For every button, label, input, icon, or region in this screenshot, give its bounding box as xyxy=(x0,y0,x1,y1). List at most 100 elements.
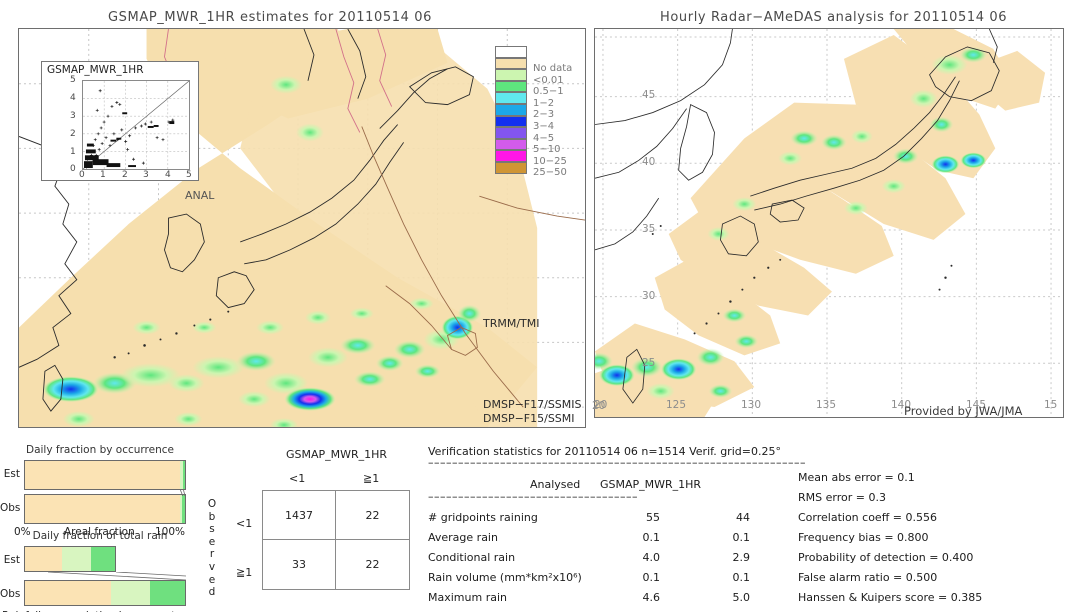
inset-y-tick-0: 0 xyxy=(70,164,76,174)
inset-x-tick-0: 0 xyxy=(79,170,85,180)
verification-divider-mid: ––––––––––––––––––––––––––––––––––– xyxy=(428,490,638,503)
inset-title: GSMAP_MWR_1HR xyxy=(47,64,144,76)
right-x-tick-125: 125 xyxy=(666,399,687,411)
colorbar-label: 0.5−1 xyxy=(533,86,564,98)
metric-analysed-value: 0.1 xyxy=(642,571,661,584)
inset-y-tick-4: 4 xyxy=(70,93,76,103)
metric-name: Conditional rain xyxy=(428,551,516,564)
colorbar-swatch xyxy=(495,127,527,139)
inset-y-tick-2: 2 xyxy=(70,129,76,139)
colorbar-entry: <0.01 xyxy=(495,69,564,86)
right-y-tick-35: 35 xyxy=(642,223,656,235)
anal-label: ANAL xyxy=(185,189,215,202)
inset-scatter-points xyxy=(83,81,189,169)
contingency-row-header-ge1: ≧1 xyxy=(236,566,253,579)
amount-row-label-obs: Obs xyxy=(0,588,21,600)
metric-model-value: 0.1 xyxy=(732,571,751,584)
contingency-col-header-ge1: ≧1 xyxy=(363,472,380,485)
bar-segment xyxy=(24,494,180,524)
colorbar-swatch xyxy=(495,69,527,81)
colorbar-label: <0.01 xyxy=(533,74,564,86)
occurrence-bar-est xyxy=(24,460,186,490)
inset-y-tick-1: 1 xyxy=(70,147,76,157)
inset-x-tick-2: 2 xyxy=(122,170,128,180)
right-map-canvas xyxy=(595,29,1063,417)
inset-y-tick-5: 5 xyxy=(70,75,76,85)
verification-statistics: Verification statistics for 20110514 06 … xyxy=(428,440,1080,612)
right-x-tick-150: 15 xyxy=(1044,399,1058,411)
occurrence-chart-title: Daily fraction by occurrence xyxy=(26,444,174,456)
colorbar-label: 5−10 xyxy=(533,144,561,156)
bar-segment xyxy=(24,546,62,572)
metric-name: # gridpoints raining xyxy=(428,511,538,524)
bar-segment xyxy=(24,580,112,606)
contingency-row-header-lt1: <1 xyxy=(236,517,253,530)
amount-chart-title: Daily fraction of total rain xyxy=(32,530,168,542)
right-map-coastlines xyxy=(595,29,1000,404)
bar-segment xyxy=(182,494,186,524)
contingency-table: GSMAP_MWR_1HR <1 ≧1 Observed <1 ≧1 1437 … xyxy=(200,440,420,612)
colorbar-label: 1−2 xyxy=(533,97,555,109)
metric-name: Average rain xyxy=(428,531,498,544)
colorbar-entry: 2−3 xyxy=(495,103,554,120)
score-line: Probability of detection = 0.400 xyxy=(798,551,974,564)
inset-x-tick-4: 4 xyxy=(165,170,171,180)
colorbar-entry: 5−10 xyxy=(495,138,560,155)
inset-scatter-plot: GSMAP_MWR_1HR 5 4 3 2 1 0 0 1 2 3 4 5 xyxy=(41,61,199,181)
score-line: False alarm ratio = 0.500 xyxy=(798,571,938,584)
inset-x-tick-1: 1 xyxy=(100,170,106,180)
occurrence-row-label-est: Est xyxy=(3,468,20,480)
occurrence-row-label-obs: Obs xyxy=(0,502,21,514)
colorbar-swatch xyxy=(495,92,527,104)
inset-x-tick-5: 5 xyxy=(186,170,192,180)
contingency-grid: 1437 22 33 22 xyxy=(262,490,410,590)
inset-plot-area xyxy=(82,80,190,170)
colorbar-entry: 1−2 xyxy=(495,92,554,109)
colorbar-swatch xyxy=(495,103,527,116)
metric-analysed-value: 0.1 xyxy=(642,531,661,544)
occurrence-bar-obs xyxy=(24,494,186,524)
metric-model-value: 5.0 xyxy=(732,591,751,604)
swath-label-trmm: TRMM/TMI xyxy=(483,317,540,330)
bar-segment xyxy=(91,546,116,572)
inset-y-tick-3: 3 xyxy=(70,111,76,121)
amount-bar-obs xyxy=(24,580,186,606)
score-line: Correlation coeff = 0.556 xyxy=(798,511,937,524)
precipitation-colorbar: No data <0.01 0.5−1 1−2 2−3 3−4 4−5 5−10… xyxy=(495,46,572,178)
colorbar-entry: 4−5 xyxy=(495,127,554,144)
metric-model-value: 44 xyxy=(736,511,750,524)
contingency-cell: 33 xyxy=(263,540,336,589)
right-x-tick-135: 135 xyxy=(816,399,837,411)
colorbar-swatch xyxy=(495,115,527,128)
colorbar-entry: No data xyxy=(495,57,572,74)
right-y-tick-45: 45 xyxy=(642,89,656,101)
bar-segment xyxy=(24,460,181,490)
metric-name: Rain volume (mm*km²x10⁶) xyxy=(428,571,582,584)
colorbar-swatch xyxy=(495,150,527,162)
colorbar-swatch xyxy=(495,80,527,93)
metric-model-value: 0.1 xyxy=(732,531,751,544)
colorbar-label: 25−50 xyxy=(533,167,567,179)
bar-segment xyxy=(61,546,92,572)
colorbar-swatch xyxy=(495,138,527,151)
score-line: Mean abs error = 0.1 xyxy=(798,471,915,484)
score-line: Frequency bias = 0.800 xyxy=(798,531,929,544)
contingency-cell: 22 xyxy=(365,558,380,571)
metric-name: Maximum rain xyxy=(428,591,507,604)
occurrence-chart: Daily fraction by occurrence Est Obs 0% … xyxy=(0,440,200,538)
occurrence-connector xyxy=(180,490,186,496)
right-y-tick-30: 30 xyxy=(642,290,656,302)
amount-bar-est xyxy=(24,546,116,572)
right-panel-title: Hourly Radar−AMeDAS analysis for 2011051… xyxy=(660,10,1008,25)
swath-label-dmsp-f15: DMSP−F15/SSMI xyxy=(483,412,575,425)
right-x-tick-130: 130 xyxy=(741,399,762,411)
verification-divider-top: ––––––––––––––––––––––––––––––––––––––––… xyxy=(428,456,806,469)
colorbar-label: 2−3 xyxy=(533,109,555,121)
score-line: Hanssen & Kuipers score = 0.385 xyxy=(798,591,983,604)
colorbar-swatch xyxy=(495,46,527,58)
map-credit: Provided by JWA/JMA xyxy=(904,404,1023,418)
colorbar-label: 4−5 xyxy=(533,132,555,144)
contingency-cell: 22 xyxy=(336,491,409,540)
amount-connector xyxy=(47,572,186,580)
swath-label-dmsp-f17: DMSP−F17/SSMIS xyxy=(483,398,582,411)
